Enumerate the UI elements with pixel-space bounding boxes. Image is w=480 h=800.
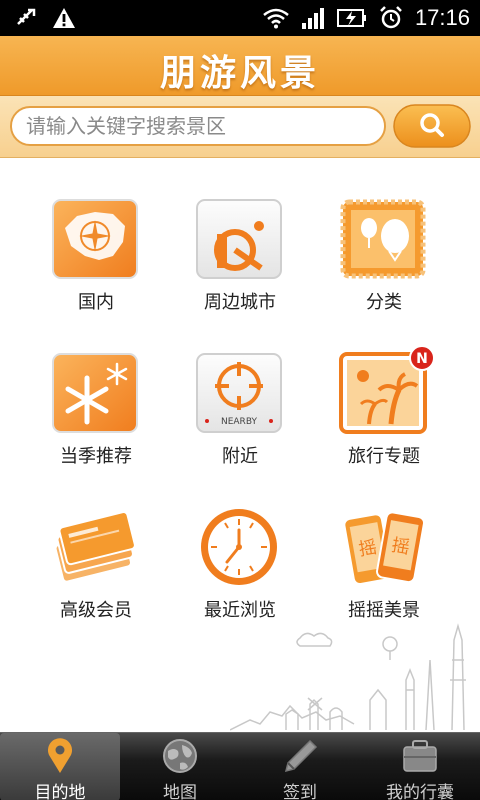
seasonal-snowflake-icon — [52, 353, 138, 433]
grid-item-label: 周边城市 — [204, 292, 276, 313]
grid-item-categories[interactable]: 分类 — [304, 160, 464, 313]
alarm-icon — [380, 6, 402, 29]
new-badge: N — [409, 345, 435, 371]
tab-my-bag[interactable]: 我的行囊 — [360, 733, 480, 800]
categories-balloon-icon — [340, 199, 426, 279]
app-title: 朋游风景 — [159, 53, 320, 94]
tab-label: 目的地 — [34, 783, 86, 800]
signal-icon — [301, 8, 324, 29]
nearby-label-text: NEARBY — [221, 417, 258, 427]
tab-checkin[interactable]: 签到 — [240, 733, 360, 800]
search-input[interactable] — [10, 106, 386, 146]
battery-charging-icon — [336, 9, 366, 27]
grid-item-nearby-cities[interactable]: 周边城市 — [160, 160, 320, 313]
status-bar: 17:16 — [0, 0, 480, 36]
grid-item-label: 附近 — [222, 446, 258, 467]
vip-cards-icon — [54, 511, 136, 583]
recent-clock-icon — [201, 509, 277, 585]
pen-icon — [284, 739, 318, 773]
new-badge-text: N — [416, 351, 428, 367]
search-button[interactable] — [393, 104, 471, 148]
grid-item-label: 国内 — [78, 292, 114, 313]
location-pin-icon — [48, 738, 72, 773]
app-header: 朋游风景 — [0, 36, 480, 96]
grid-item-seasonal[interactable]: 当季推荐 — [16, 314, 176, 467]
nearby-crosshair-icon: NEARBY — [196, 353, 282, 433]
grid-item-label: 摇摇美景 — [348, 600, 420, 621]
nearby-cities-icon — [196, 199, 282, 279]
tab-label: 地图 — [163, 783, 197, 800]
grid-item-nearby[interactable]: NEARBY 附近 — [160, 314, 320, 467]
tab-destination[interactable]: 目的地 — [0, 733, 120, 800]
grid-item-shake[interactable]: 摇 摇 摇摇美景 — [304, 468, 464, 621]
skyline-decoration — [230, 623, 466, 731]
grid-item-label: 最近浏览 — [204, 600, 276, 621]
wifi-icon — [263, 8, 289, 29]
warning-icon — [53, 8, 75, 28]
usb-debug-icon — [17, 8, 36, 25]
grid-item-recent[interactable]: 最近浏览 — [160, 468, 320, 621]
tab-label: 我的行囊 — [386, 783, 454, 800]
grid-item-travel-topics[interactable]: N 旅行专题 — [304, 314, 464, 467]
tab-map[interactable]: 地图 — [120, 733, 240, 800]
shake-phone-text: 摇 — [357, 537, 378, 561]
china-map-compass-icon — [52, 199, 138, 279]
suitcase-icon — [403, 740, 437, 772]
grid-item-vip[interactable]: 高级会员 — [16, 468, 176, 621]
bottom-tab-bar: 目的地 地图 签到 我的行囊 — [0, 732, 480, 800]
tab-label: 签到 — [283, 783, 317, 800]
shake-phones-icon: 摇 摇 — [343, 511, 425, 586]
grid-item-domestic[interactable]: 国内 — [16, 160, 176, 313]
grid-item-label: 旅行专题 — [348, 446, 420, 467]
clock-time: 17:16 — [414, 5, 470, 30]
grid-item-label: 当季推荐 — [60, 446, 132, 467]
grid-item-label: 分类 — [366, 292, 402, 313]
shake-phone-text: 摇 — [390, 535, 411, 559]
grid-item-label: 高级会员 — [60, 600, 132, 621]
globe-icon — [163, 739, 197, 773]
